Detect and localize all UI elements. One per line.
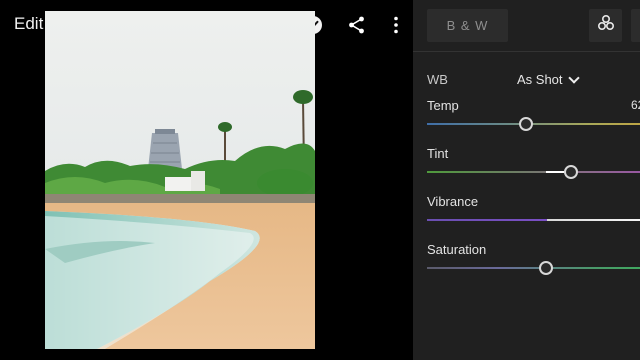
more-vertical-icon[interactable]	[385, 14, 407, 36]
temp-value: 62	[631, 98, 640, 112]
profiles-icon	[596, 13, 616, 38]
vibrance-label: Vibrance	[427, 194, 479, 209]
temp-label: Temp	[427, 98, 459, 113]
adjustments-panel: B & W WB As Shot Temp 62 Tint Vibrance S…	[413, 0, 640, 360]
page-title: Edit	[14, 14, 44, 33]
wb-dropdown[interactable]: As Shot	[517, 71, 580, 87]
share-icon[interactable]	[346, 14, 368, 36]
saturation-label: Saturation	[427, 242, 487, 257]
vibrance-slider[interactable]	[427, 219, 640, 221]
tint-slider-thumb[interactable]	[564, 165, 578, 179]
photo-preview[interactable]	[45, 11, 315, 349]
temp-slider-thumb[interactable]	[519, 117, 533, 131]
wb-value: As Shot	[517, 72, 563, 87]
tint-slider[interactable]	[427, 171, 640, 173]
wb-label: WB	[427, 72, 448, 87]
temp-slider[interactable]	[427, 123, 640, 125]
divider	[413, 51, 640, 52]
next-preset-button[interactable]	[631, 9, 640, 42]
saturation-slider[interactable]	[427, 267, 640, 269]
saturation-slider-thumb[interactable]	[539, 261, 553, 275]
tint-label: Tint	[427, 146, 449, 161]
profiles-button[interactable]	[589, 9, 622, 42]
chevron-down-icon	[567, 71, 580, 84]
tint-fill	[546, 171, 564, 173]
bw-button[interactable]: B & W	[427, 9, 508, 42]
